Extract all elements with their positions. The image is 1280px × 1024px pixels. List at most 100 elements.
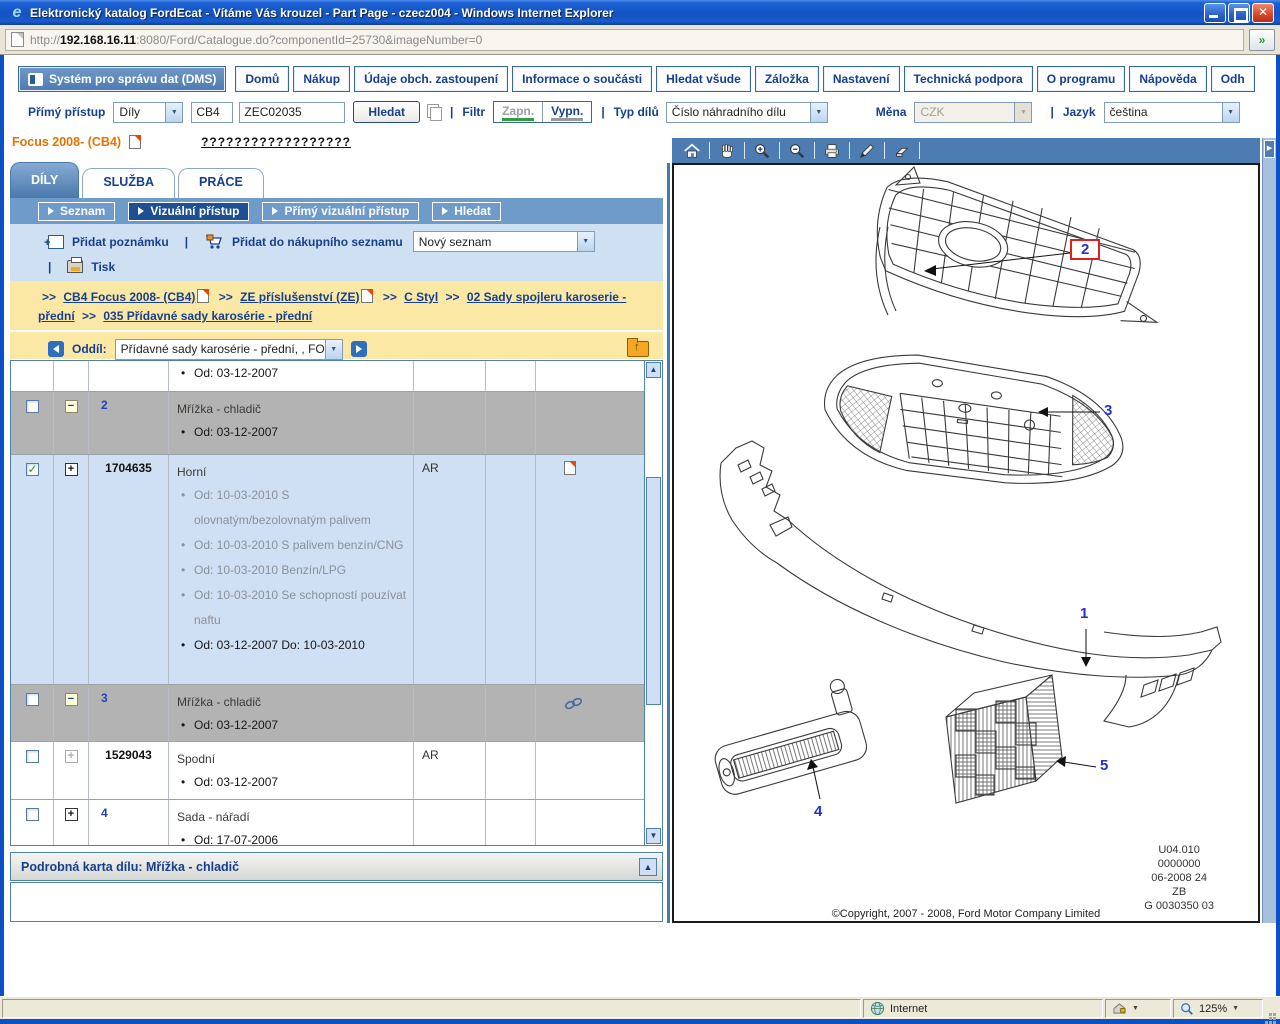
callout-4[interactable]: 4 xyxy=(814,803,822,820)
filter-on-button[interactable]: Zapn. xyxy=(494,102,543,122)
nav-part-info-button[interactable]: Informace o součásti xyxy=(512,66,652,92)
row-checkbox[interactable] xyxy=(26,750,39,763)
callout-5[interactable]: 5 xyxy=(1100,757,1108,774)
part-code-input[interactable] xyxy=(239,102,345,123)
go-button[interactable]: » xyxy=(1249,29,1275,51)
expand-toggle[interactable]: + xyxy=(65,750,78,763)
copy-icon[interactable] xyxy=(427,104,441,120)
category-select[interactable]: Díly xyxy=(113,102,183,123)
nav-tech-support-button[interactable]: Technická podpora xyxy=(904,66,1033,92)
zoom-control[interactable]: 125% ▼ xyxy=(1173,999,1263,1018)
doc-icon[interactable] xyxy=(361,289,373,303)
arrow-right-icon xyxy=(48,207,54,215)
part-doc-icon[interactable] xyxy=(564,461,576,475)
copyright-text: ©Copyright, 2007 - 2008, Ford Motor Comp… xyxy=(674,908,1258,920)
print-image-icon[interactable] xyxy=(820,140,844,161)
filter-off-button[interactable]: Vypn. xyxy=(543,102,591,122)
callout-2-selected[interactable]: 2 xyxy=(1070,239,1100,260)
link-chain-icon[interactable] xyxy=(564,697,584,711)
draw-pencil-icon[interactable] xyxy=(855,140,879,161)
collapse-toggle[interactable]: − xyxy=(65,693,78,706)
expand-toggle[interactable]: + xyxy=(65,808,78,821)
technical-drawing-canvas[interactable]: 2 3 1 4 5 U04.010 0000000 06-2008 24 ZB … xyxy=(672,163,1260,923)
doc-icon[interactable] xyxy=(197,289,209,303)
item-number-link[interactable]: 3 xyxy=(89,685,169,741)
tab-parts[interactable]: DÍLY xyxy=(10,162,79,198)
language-select[interactable]: čeština xyxy=(1104,102,1240,123)
maximize-button[interactable] xyxy=(1228,3,1250,23)
model-code-input[interactable] xyxy=(191,102,233,123)
magnifier-icon xyxy=(1180,1002,1194,1016)
nav-settings-button[interactable]: Nastavení xyxy=(823,66,900,92)
collapse-panel-button[interactable]: ▲ xyxy=(639,858,657,876)
vehicle-placeholder-link[interactable]: ?????????????????? xyxy=(201,135,351,149)
breadcrumb-accessories-link[interactable]: ZE příslušenství (ZE) xyxy=(240,290,359,304)
callout-1[interactable]: 1 xyxy=(1080,605,1088,622)
dms-icon xyxy=(28,73,43,86)
nav-home-button[interactable]: Domů xyxy=(235,66,289,92)
folder-up-icon[interactable] xyxy=(627,341,649,357)
callout-3[interactable]: 3 xyxy=(1104,402,1112,419)
nav-search-all-button[interactable]: Hledat všude xyxy=(656,66,751,92)
prev-section-button[interactable] xyxy=(48,341,64,357)
expand-toggle[interactable]: + xyxy=(65,463,78,476)
row-checkbox[interactable] xyxy=(26,693,39,706)
row-checkbox[interactable] xyxy=(26,400,39,413)
row-checkbox[interactable] xyxy=(26,808,39,821)
nav-purchase-button[interactable]: Nákup xyxy=(293,66,350,92)
collapse-toggle[interactable]: − xyxy=(65,400,78,413)
item-number-link[interactable]: 4 xyxy=(89,800,169,845)
nav-dealer-data-button[interactable]: Údaje obch. zastoupení xyxy=(354,66,508,92)
tab-service[interactable]: SLUŽBA xyxy=(82,168,175,198)
resize-grip[interactable] xyxy=(1265,999,1278,1018)
chevron-down-icon xyxy=(1222,103,1239,122)
address-input[interactable]: http://192.168.16.11:8080/Ford/Catalogue… xyxy=(5,29,1244,51)
nav-about-button[interactable]: O programu xyxy=(1037,66,1126,92)
expand-strip-button[interactable]: ▶ xyxy=(1264,140,1275,158)
zoom-out-icon[interactable] xyxy=(785,140,809,161)
validity-note: Od: 10-03-2010 S palivem benzín/CNG xyxy=(177,533,407,558)
part-type-select[interactable]: Číslo náhradního dílu xyxy=(666,102,828,123)
breadcrumb-body-kits-link[interactable]: 035 Přídavné sady karosérie - přední xyxy=(103,309,312,323)
scroll-up-button[interactable]: ▲ xyxy=(646,362,661,378)
next-section-button[interactable] xyxy=(351,341,367,357)
subnav-direct-visual-button[interactable]: Přímý vizuální přístup xyxy=(262,202,419,221)
tab-labor[interactable]: PRÁCE xyxy=(178,168,264,198)
row-checkbox[interactable] xyxy=(26,463,39,476)
nav-dms-button[interactable]: Systém pro správu dat (DMS) xyxy=(18,66,226,92)
pan-hand-icon[interactable] xyxy=(715,140,739,161)
nav-bookmark-button[interactable]: Záložka xyxy=(755,66,819,92)
zoom-in-icon[interactable] xyxy=(750,140,774,161)
scroll-down-button[interactable]: ▼ xyxy=(646,828,661,844)
part-description: Horní xyxy=(177,461,407,483)
add-note-link[interactable]: Přidat poznámku xyxy=(72,235,169,249)
minimize-button[interactable] xyxy=(1204,3,1226,23)
protected-mode-control[interactable]: ▼ xyxy=(1105,999,1171,1018)
vehicle-doc-icon[interactable] xyxy=(129,135,141,149)
print-link[interactable]: Tisk xyxy=(91,260,115,274)
nav-help-button[interactable]: Nápověda xyxy=(1129,66,1206,92)
close-button[interactable] xyxy=(1252,3,1274,23)
drawing-reference-codes: U04.010 0000000 06-2008 24 ZB G 0030350 … xyxy=(1144,843,1214,913)
shopping-list-select[interactable]: Nový seznam xyxy=(413,231,595,252)
breadcrumb-style-link[interactable]: C Styl xyxy=(404,290,438,304)
part-number[interactable]: 1704635 xyxy=(89,455,169,684)
part-number[interactable]: 1529043 xyxy=(89,742,169,799)
home-icon[interactable] xyxy=(680,140,704,161)
eraser-icon[interactable] xyxy=(890,140,914,161)
breadcrumb-vehicle-link[interactable]: CB4 Focus 2008- (CB4) xyxy=(63,290,195,304)
panel-splitter[interactable] xyxy=(667,163,670,923)
table-scrollbar[interactable]: ▲ ▼ xyxy=(644,361,662,845)
subnav-visual-button[interactable]: Vizuální přístup xyxy=(128,202,249,221)
subnav-search-button[interactable]: Hledat xyxy=(432,202,501,221)
validity-note: Od: 17-07-2006 xyxy=(177,828,407,845)
add-to-shopping-list-link[interactable]: Přidat do nákupního seznamu xyxy=(232,235,403,249)
section-select[interactable]: Přídavné sady karosérie - přední, , FORD… xyxy=(115,339,343,360)
part-description: Sada - nářadí xyxy=(177,806,407,828)
validity-note: Od: 10-03-2010 S olovnatým/bezolovnatým … xyxy=(177,483,407,533)
search-button[interactable]: Hledat xyxy=(353,101,420,123)
scrollbar-thumb[interactable] xyxy=(646,477,661,704)
subnav-list-button[interactable]: Seznam xyxy=(38,202,115,221)
nav-logout-button[interactable]: Odh xyxy=(1211,66,1255,92)
item-number-link[interactable]: 2 xyxy=(89,392,169,454)
